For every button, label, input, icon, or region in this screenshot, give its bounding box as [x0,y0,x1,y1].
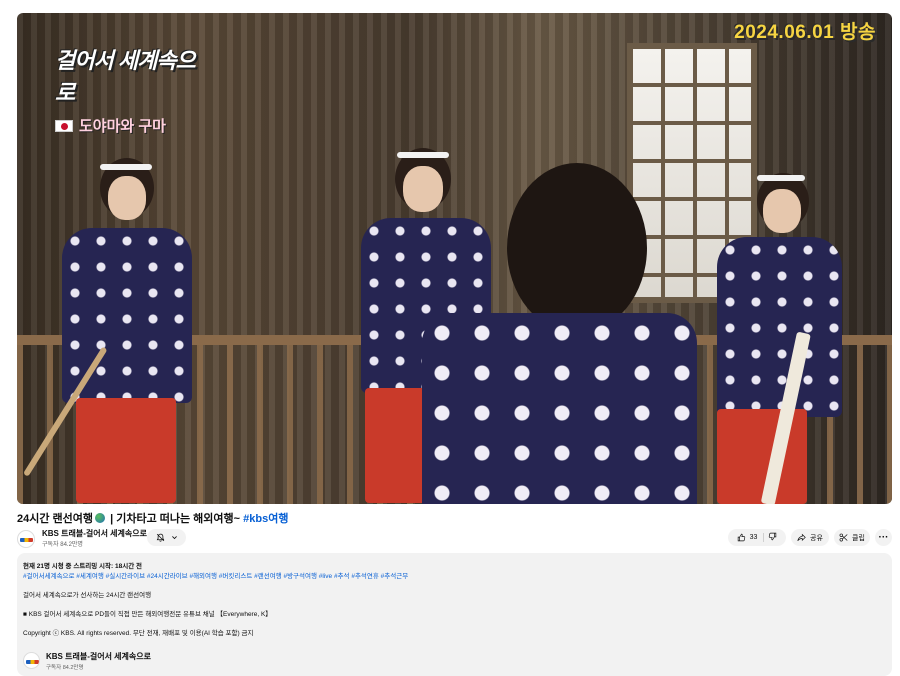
show-logo-overlay: 걸어서 세계속으로 도야마와 구마 [55,43,196,135]
subscriber-count: 구독자 84.2만명 [42,542,83,548]
kbs-logo-icon [20,538,33,542]
share-button[interactable]: 공유 [791,529,829,546]
kbs-logo-icon [26,660,39,664]
description-hashtags[interactable]: #걸어서세계속으로 #세계여행 #실시간라이브 #24시간라이브 #해외여행 #… [23,570,408,580]
video-title-main: 24시간 랜선여행 [17,513,94,525]
description-channel-avatar[interactable] [23,652,40,669]
description-box[interactable]: 현재 21명 시청 중 스트리밍 시작: 18시간 전 #걸어서세계속으로 #세… [17,553,892,676]
dislike-button[interactable] [768,532,777,543]
video-title-rest: | 기차타고 떠나는 해외여행~ [107,513,244,525]
like-button[interactable]: 33 [737,533,765,542]
description-meta: 현재 21명 시청 중 스트리밍 시작: 18시간 전 [23,563,142,570]
description-line-2: ■ KBS 걸어서 세계속으로 PD들이 직접 만든 해외여행전문 유튜브 채널… [23,611,272,618]
like-dislike-group[interactable]: 33 [728,529,786,546]
bell-off-icon [156,533,164,542]
description-line-1: 걸어서 세계속으로가 선사하는 24시간 랜선여행 [23,592,152,599]
clip-label: 클립 [852,534,865,542]
thumbs-down-icon [769,532,777,541]
video-player[interactable]: 걸어서 세계속으로 도야마와 구마 2024.06.01 방송 [17,13,892,504]
show-title-logo: 걸어서 세계속으로 [55,48,196,105]
japan-flag-icon [55,119,73,132]
chevron-down-icon [171,536,177,540]
description-subscriber-count: 구독자 84.2만명 [46,665,84,671]
clip-button[interactable]: 클립 [834,529,870,546]
globe-emoji-icon [95,513,106,523]
broadcast-date-overlay: 2024.06.01 방송 [734,22,876,43]
video-title: 24시간 랜선여행 | 기차타고 떠나는 해외여행~ #kbs여행 [17,510,288,526]
like-count: 33 [749,534,758,541]
video-title-hashtag[interactable]: #kbs여행 [243,513,288,525]
notification-button[interactable] [147,529,186,546]
channel-avatar[interactable] [17,530,35,548]
channel-name[interactable]: KBS 트래블-걸어서 세계속으로 [42,528,147,539]
description-copyright: Copyright ⓒ KBS. All rights reserved. 무단… [23,630,254,637]
more-dots-icon: ··· [878,532,889,543]
description-channel-name[interactable]: KBS 트래블-걸어서 세계속으로 [46,651,151,662]
episode-subtitle: 도야마와 구마 [79,118,166,135]
thumbs-up-icon [737,533,745,542]
share-label: 공유 [810,534,823,542]
scissors-icon [839,533,848,542]
more-actions-button[interactable]: ··· [875,529,892,546]
share-arrow-icon [797,533,806,542]
